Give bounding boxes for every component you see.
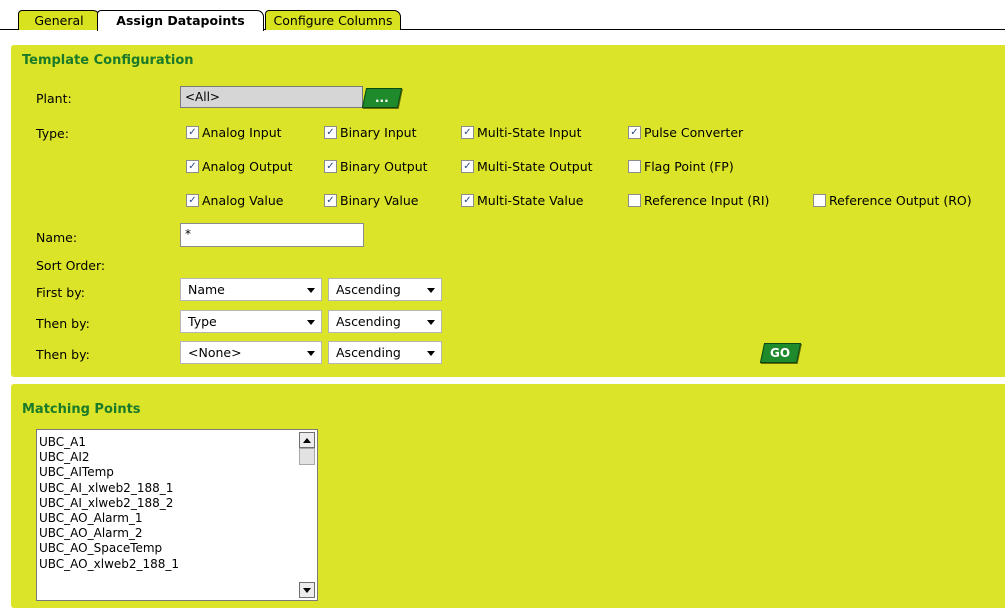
list-item[interactable]: UBC_AO_Alarm_2 — [39, 526, 179, 541]
checkbox-box[interactable]: ✓ — [324, 126, 337, 139]
matching-points-listbox[interactable]: UBC_A1 UBC_AI2 UBC_AITemp UBC_AI_xlweb2_… — [36, 429, 318, 601]
list-item[interactable]: UBC_AITemp — [39, 465, 179, 480]
checkbox-box[interactable]: ✓ — [324, 194, 337, 207]
type-reference-output-checkbox[interactable]: Reference Output (RO) — [813, 193, 972, 208]
type-label-text: Reference Input (RI) — [644, 193, 770, 208]
select-value: Ascending — [336, 282, 401, 297]
tab-configure-columns[interactable]: Configure Columns — [265, 10, 401, 30]
sort-first-direction-select[interactable]: Ascending — [328, 278, 442, 301]
type-label-text: Analog Input — [202, 125, 282, 140]
type-label-text: Reference Output (RO) — [829, 193, 972, 208]
list-item[interactable]: UBC_A1 — [39, 435, 179, 450]
browse-label: ... — [375, 91, 389, 105]
sort-second-direction-select[interactable]: Ascending — [328, 310, 442, 333]
sort-order-label: Sort Order: — [36, 258, 106, 273]
checkbox-box[interactable]: ✓ — [461, 160, 474, 173]
scroll-up-button[interactable] — [299, 432, 315, 448]
sort-second-field-select[interactable]: Type — [180, 310, 322, 333]
chevron-down-icon — [307, 351, 315, 356]
select-value: Ascending — [336, 345, 401, 360]
arrow-up-icon — [303, 438, 311, 443]
sort-first-field-select[interactable]: Name — [180, 278, 322, 301]
list-scrollbar[interactable] — [299, 432, 315, 598]
type-binary-input-checkbox[interactable]: ✓ Binary Input — [324, 125, 417, 140]
chevron-down-icon — [427, 288, 435, 293]
plant-browse-button[interactable]: ... — [361, 88, 403, 108]
checkbox-box[interactable]: ✓ — [186, 126, 199, 139]
tab-assign-datapoints[interactable]: Assign Datapoints — [97, 10, 264, 31]
list-item[interactable]: UBC_AO_SpaceTemp — [39, 541, 179, 556]
matching-points-title: Matching Points — [22, 402, 141, 417]
checkbox-box[interactable]: ✓ — [461, 126, 474, 139]
type-reference-input-checkbox[interactable]: Reference Input (RI) — [628, 193, 769, 208]
checkbox-box[interactable]: ✓ — [324, 160, 337, 173]
matching-points-list: UBC_A1 UBC_AI2 UBC_AITemp UBC_AI_xlweb2_… — [39, 435, 179, 572]
name-input[interactable]: * — [180, 223, 364, 247]
chevron-down-icon — [427, 351, 435, 356]
checkbox-box[interactable]: ✓ — [186, 194, 199, 207]
type-flag-point-checkbox[interactable]: Flag Point (FP) — [628, 159, 734, 174]
type-label: Type: — [36, 126, 69, 141]
type-label-text: Analog Output — [202, 159, 293, 174]
type-label-text: Multi-State Value — [477, 193, 584, 208]
type-label-text: Multi-State Output — [477, 159, 593, 174]
type-binary-value-checkbox[interactable]: ✓ Binary Value — [324, 193, 418, 208]
list-item[interactable]: UBC_AO_xlweb2_188_1 — [39, 557, 179, 572]
type-analog-input-checkbox[interactable]: ✓ Analog Input — [186, 125, 282, 140]
type-multi-state-value-checkbox[interactable]: ✓ Multi-State Value — [461, 193, 583, 208]
type-label-text: Multi-State Input — [477, 125, 582, 140]
type-pulse-converter-checkbox[interactable]: ✓ Pulse Converter — [628, 125, 743, 140]
list-item[interactable]: UBC_AO_Alarm_1 — [39, 511, 179, 526]
type-multi-state-output-checkbox[interactable]: ✓ Multi-State Output — [461, 159, 593, 174]
type-label-text: Pulse Converter — [644, 125, 744, 140]
chevron-down-icon — [307, 288, 315, 293]
sort-then-by-label-2: Then by: — [36, 347, 90, 362]
list-item[interactable]: UBC_AI_xlweb2_188_2 — [39, 496, 179, 511]
template-configuration-panel: Template Configuration Plant: <All> ... … — [11, 45, 1005, 377]
type-analog-value-checkbox[interactable]: ✓ Analog Value — [186, 193, 284, 208]
checkbox-box[interactable] — [628, 194, 641, 207]
scroll-thumb[interactable] — [299, 448, 315, 465]
go-button[interactable]: GO — [759, 343, 802, 363]
select-value: Type — [188, 314, 217, 329]
tab-bar: General Assign Datapoints Configure Colu… — [0, 0, 1005, 31]
sort-third-direction-select[interactable]: Ascending — [328, 341, 442, 364]
sort-third-field-select[interactable]: <None> — [180, 341, 322, 364]
type-analog-output-checkbox[interactable]: ✓ Analog Output — [186, 159, 293, 174]
plant-label: Plant: — [36, 91, 72, 106]
chevron-down-icon — [307, 320, 315, 325]
sort-then-by-label-1: Then by: — [36, 316, 90, 331]
arrow-down-icon — [303, 588, 311, 593]
checkbox-box[interactable]: ✓ — [628, 126, 641, 139]
type-multi-state-input-checkbox[interactable]: ✓ Multi-State Input — [461, 125, 582, 140]
tab-general[interactable]: General — [18, 10, 100, 30]
checkbox-box[interactable]: ✓ — [461, 194, 474, 207]
checkbox-box[interactable]: ✓ — [186, 160, 199, 173]
type-label-text: Flag Point (FP) — [644, 159, 734, 174]
list-item[interactable]: UBC_AI2 — [39, 450, 179, 465]
template-configuration-title: Template Configuration — [22, 53, 194, 68]
type-label-text: Binary Value — [340, 193, 419, 208]
plant-field: <All> — [180, 86, 363, 108]
select-value: Name — [188, 282, 225, 297]
go-label: GO — [770, 346, 791, 360]
checkbox-box[interactable] — [813, 194, 826, 207]
type-label-text: Binary Output — [340, 159, 428, 174]
chevron-down-icon — [427, 320, 435, 325]
select-value: <None> — [188, 345, 242, 360]
type-label-text: Analog Value — [202, 193, 284, 208]
select-value: Ascending — [336, 314, 401, 329]
checkbox-box[interactable] — [628, 160, 641, 173]
type-binary-output-checkbox[interactable]: ✓ Binary Output — [324, 159, 428, 174]
scroll-down-button[interactable] — [299, 582, 315, 598]
name-label: Name: — [36, 230, 78, 245]
sort-first-by-label: First by: — [36, 285, 85, 300]
type-label-text: Binary Input — [340, 125, 417, 140]
list-item[interactable]: UBC_AI_xlweb2_188_1 — [39, 481, 179, 496]
